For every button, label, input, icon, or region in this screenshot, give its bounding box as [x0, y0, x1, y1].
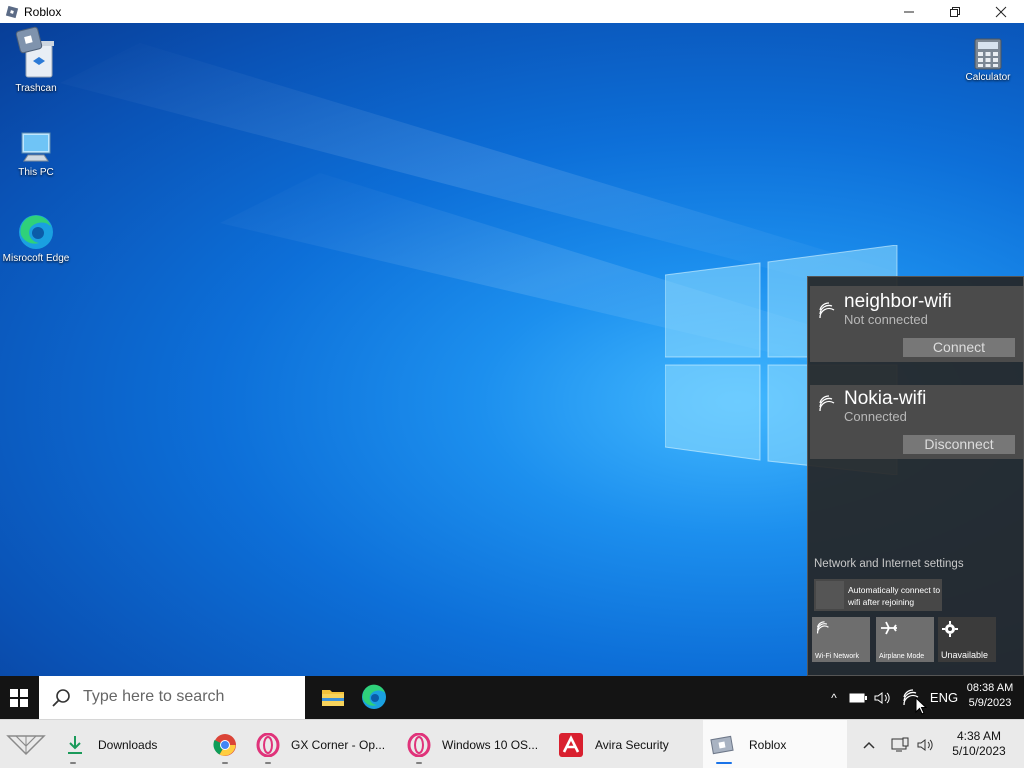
running-indicator [222, 762, 228, 764]
host-taskbar: Downloads GX Corner - Op... Windows 10 O… [0, 719, 1024, 768]
desktop-icon-label: This PC [18, 167, 54, 178]
taskbar-item-roblox[interactable]: Roblox [703, 720, 847, 768]
taskbar-search-box[interactable]: Type here to search [39, 676, 305, 719]
file-explorer-icon[interactable] [320, 684, 346, 710]
auto-connect-checkbox[interactable] [816, 581, 844, 609]
window-titlebar[interactable]: Roblox [0, 0, 1024, 23]
taskbar-item-chrome[interactable] [208, 720, 242, 768]
network-settings-link[interactable]: Network and Internet settings [814, 558, 964, 570]
trashcan-icon [15, 26, 54, 78]
this-pc-icon [21, 132, 51, 162]
network-card-nokia[interactable]: Nokia-wifi Connected Disconnect [810, 385, 1023, 459]
desktop-icon-label: Calculator [965, 72, 1011, 83]
window-title: Roblox [24, 4, 62, 19]
close-icon [995, 6, 1007, 17]
taskbar-item-downloads[interactable]: Downloads [60, 720, 190, 768]
taskbar-item-gx-corner[interactable]: GX Corner - Op... [252, 720, 392, 768]
network-name: Nokia-wifi [844, 388, 927, 409]
taskbar-item-label: Downloads [98, 737, 158, 752]
network-name: neighbor-wifi [844, 291, 952, 312]
active-indicator [716, 762, 732, 764]
minimize-button[interactable] [886, 0, 932, 23]
avira-icon [559, 732, 583, 757]
wifi-signal-icon [819, 395, 835, 412]
running-indicator [70, 762, 76, 764]
restore-button[interactable] [932, 0, 978, 23]
edge-icon[interactable] [361, 684, 387, 710]
close-button[interactable] [978, 0, 1024, 23]
host-tray-chevron[interactable] [858, 720, 880, 768]
volume-icon [874, 691, 890, 704]
taskbar-item-label: GX Corner - Op... [291, 737, 386, 752]
clock-time: 08:38 AM [966, 682, 1014, 694]
running-indicator [265, 762, 271, 764]
wifi-network-tile[interactable]: Wi-Fi Network [812, 617, 870, 662]
battery-button[interactable] [848, 676, 868, 719]
desktop-icon-edge[interactable]: Misrocoft Edge [0, 213, 72, 264]
roblox-icon [5, 5, 19, 18]
airplane-mode-tile[interactable]: Airplane Mode [876, 617, 934, 662]
wifi-signal-icon [819, 302, 835, 319]
host-clock-time: 4:38 AM [956, 729, 1002, 743]
wifi-icon [816, 621, 829, 634]
host-clock[interactable]: 4:38 AM 5/10/2023 [944, 729, 1014, 759]
taskbar-item-label: Windows 10 OS... [442, 737, 539, 752]
opera-gx-icon [256, 732, 280, 757]
connect-button[interactable]: Connect [903, 338, 1015, 357]
network-card-neighbor[interactable]: neighbor-wifi Not connected Connect [810, 286, 1023, 362]
host-clock-date: 5/10/2023 [952, 744, 1006, 758]
tile-label: Wi-Fi Network [815, 653, 859, 660]
search-icon [52, 689, 70, 707]
language-indicator[interactable]: ENG [928, 676, 960, 719]
host-start-button[interactable] [4, 720, 48, 768]
battery-icon [849, 693, 867, 702]
airplane-icon [881, 621, 897, 635]
chevron-up-icon [863, 741, 875, 749]
launcher-icon [6, 734, 46, 755]
network-status: Connected [844, 409, 907, 424]
desktop-icon-label: Misrocoft Edge [2, 253, 70, 264]
unavailable-tile: Unavailable [938, 617, 996, 662]
desktop-icon-this-pc[interactable]: This PC [0, 129, 72, 178]
mouse-cursor-icon [915, 697, 927, 715]
search-placeholder: Type here to search [83, 688, 225, 705]
tray-overflow-chevron[interactable]: ^ [826, 676, 842, 719]
host-network-button[interactable] [888, 720, 912, 768]
start-button[interactable] [0, 676, 38, 719]
network-status: Not connected [844, 312, 928, 327]
win10-taskbar: Type here to search ^ ENG 08:38 AM 5/9/2… [0, 676, 1024, 719]
volume-icon [917, 738, 933, 751]
edge-icon [19, 215, 53, 249]
host-volume-button[interactable] [914, 720, 938, 768]
desktop-icon-label: Trashcan [15, 83, 57, 94]
windows-start-icon [10, 688, 28, 707]
auto-connect-label: Automatically connect to wifi after rejo… [848, 585, 941, 607]
volume-button[interactable] [872, 676, 894, 719]
auto-connect-toggle[interactable]: Automatically connect to wifi after rejo… [814, 579, 942, 611]
taskbar-item-avira[interactable]: Avira Security [556, 720, 696, 768]
wifi-flyout-panel: neighbor-wifi Not connected Connect Noki… [807, 276, 1024, 676]
disconnect-button[interactable]: Disconnect [903, 435, 1015, 454]
restore-icon [950, 6, 960, 17]
tile-label: Airplane Mode [879, 653, 925, 660]
minimize-icon [904, 11, 914, 12]
network-monitor-icon [891, 737, 909, 751]
taskbar-item-windows10-os[interactable]: Windows 10 OS... [404, 720, 544, 768]
taskbar-item-label: Avira Security [595, 737, 669, 752]
download-icon [68, 735, 82, 754]
clock-date: 5/9/2023 [968, 697, 1012, 709]
taskbar-clock[interactable]: 08:38 AM 5/9/2023 [962, 681, 1018, 711]
calculator-icon [974, 38, 1002, 70]
roblox-icon [710, 735, 734, 754]
desktop-icon-calculator[interactable]: Calculator [952, 38, 1024, 83]
taskbar-item-label: Roblox [749, 737, 787, 752]
running-indicator [416, 762, 422, 764]
tile-label: Unavailable [941, 650, 989, 660]
chrome-icon [213, 733, 236, 756]
opera-icon [407, 732, 431, 757]
desktop-icon-trashcan[interactable]: Trashcan [0, 25, 72, 94]
gear-icon [942, 621, 958, 637]
